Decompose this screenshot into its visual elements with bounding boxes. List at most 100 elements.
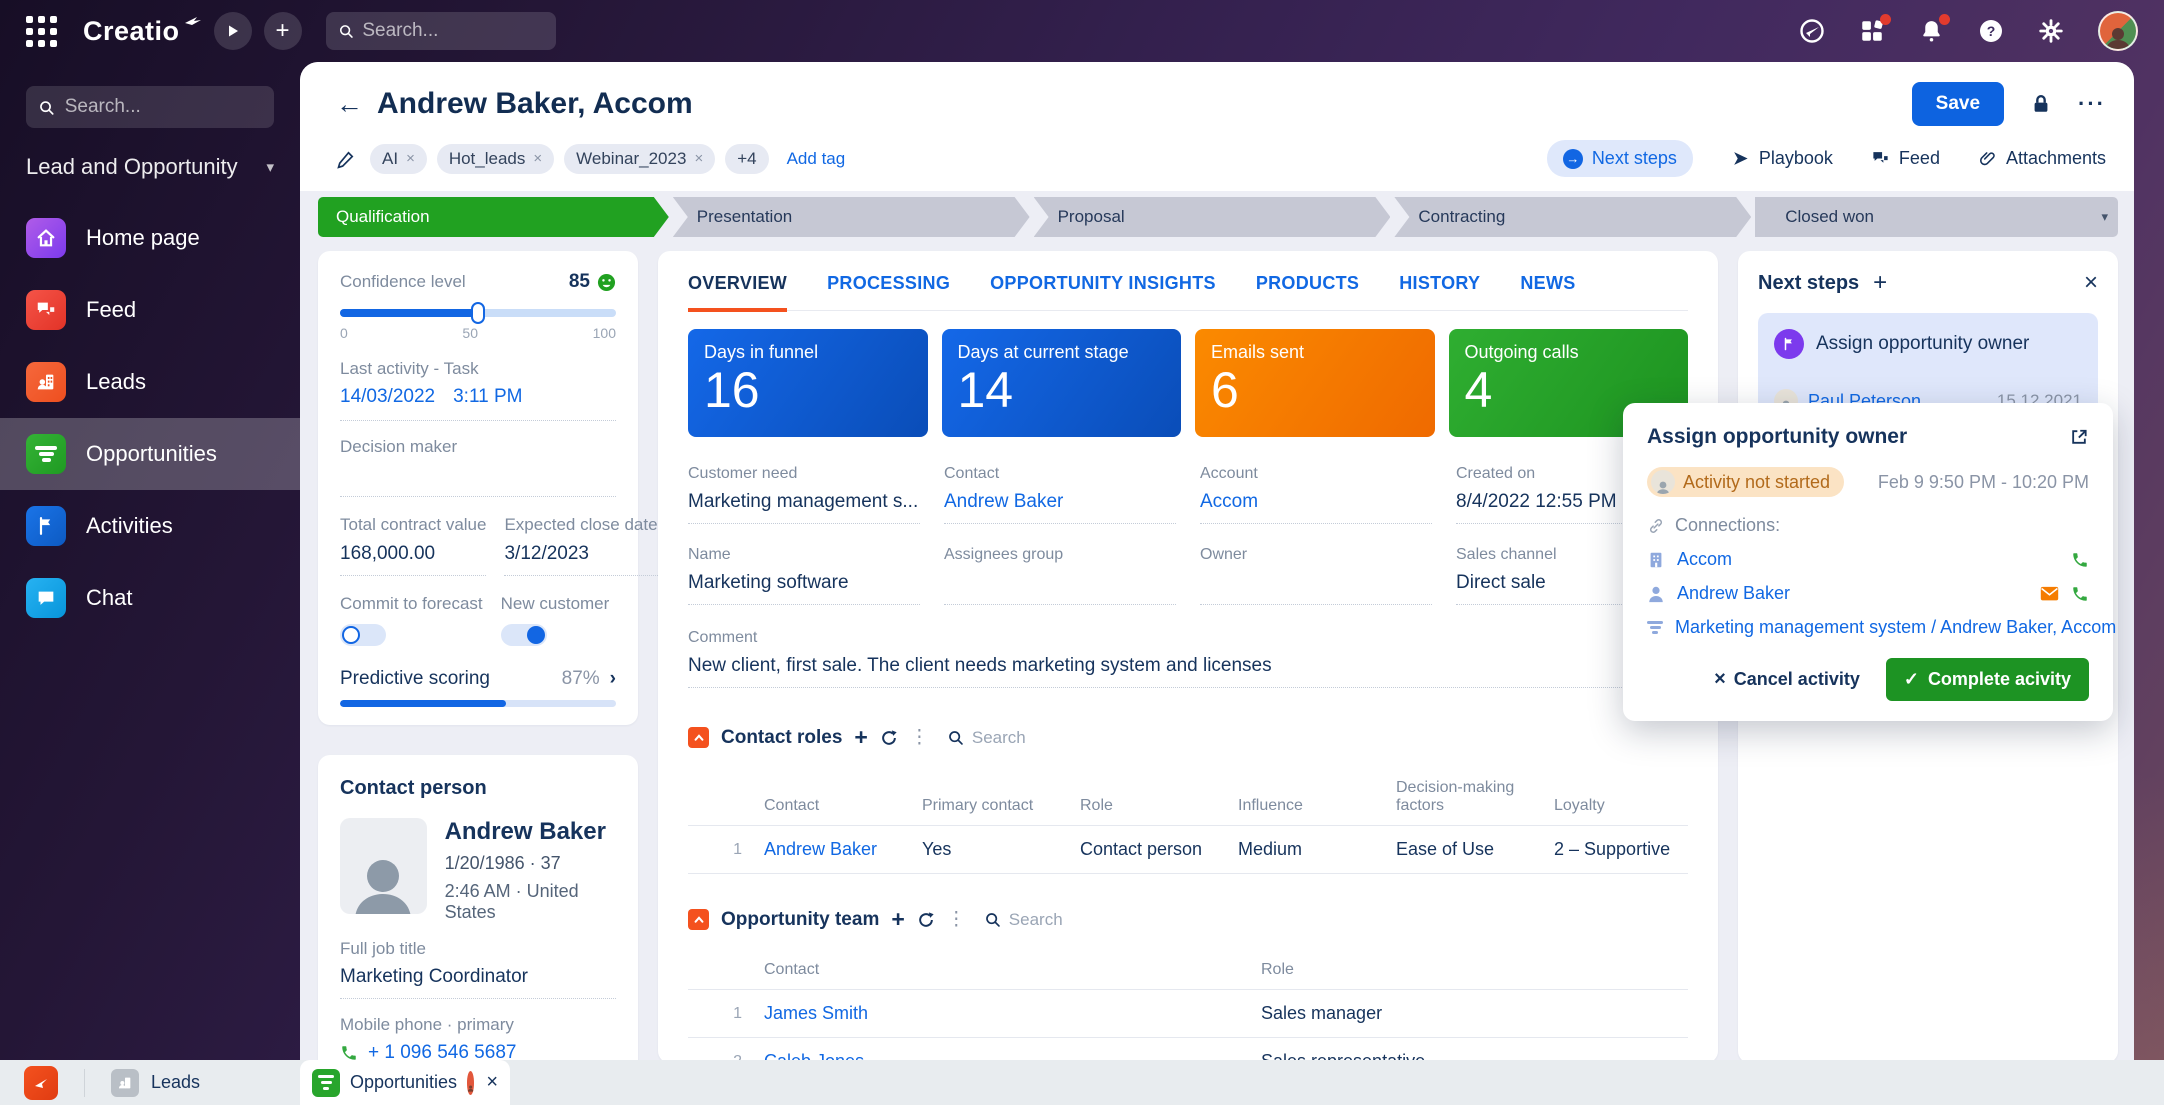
mobile-phone-value[interactable]: + 1 096 546 5687 <box>368 1042 516 1060</box>
name-value[interactable]: Marketing software <box>688 572 920 605</box>
cancel-activity-button[interactable]: × Cancel activity <box>1714 668 1860 691</box>
column-header[interactable]: Loyalty <box>1554 797 1688 815</box>
sidebar-item-feed[interactable]: Feed <box>0 274 300 346</box>
next-steps-button[interactable]: → Next steps <box>1547 140 1693 177</box>
notifications-bell-icon[interactable] <box>1919 18 1944 44</box>
account-link[interactable]: Accom <box>1677 549 1732 570</box>
refresh-icon[interactable] <box>917 911 935 929</box>
feed-button[interactable]: Feed <box>1871 148 1940 169</box>
contact-link[interactable]: Caleb Jones <box>764 1051 1261 1060</box>
collapse-chevron-icon[interactable] <box>688 727 709 748</box>
tab-news[interactable]: NEWS <box>1520 273 1575 310</box>
decision-maker-value[interactable] <box>340 457 616 497</box>
pulse-icon[interactable] <box>1799 18 1825 44</box>
add-icon[interactable]: + <box>854 726 867 749</box>
tag-remove-icon[interactable]: × <box>694 150 703 167</box>
tags-overflow-pill[interactable]: +4 <box>725 144 768 174</box>
contact-link[interactable]: Andrew Baker <box>1677 583 1790 604</box>
slider-handle[interactable] <box>471 302 485 324</box>
refresh-icon[interactable] <box>880 729 898 747</box>
sidebar-item-home-page[interactable]: Home page <box>0 202 300 274</box>
settings-gear-icon[interactable] <box>2038 18 2064 44</box>
tab-processing[interactable]: PROCESSING <box>827 273 950 310</box>
close-icon[interactable]: × <box>2084 269 2098 297</box>
tag-remove-icon[interactable]: × <box>533 150 542 167</box>
mail-icon[interactable] <box>2040 586 2059 602</box>
creatio-taskbar-icon[interactable] <box>24 1066 58 1100</box>
marketplace-apps-icon[interactable] <box>1859 18 1885 44</box>
activity-status-badge[interactable]: Activity not started <box>1647 467 1844 497</box>
expected-close-value[interactable]: 3/12/2023 <box>504 535 657 576</box>
back-arrow-button[interactable]: ← <box>336 89 363 120</box>
table-row[interactable]: 1 Andrew Baker Yes Contact person Medium… <box>688 826 1688 874</box>
app-launcher-icon[interactable] <box>26 16 57 47</box>
chevron-down-icon[interactable]: ▾ <box>2101 209 2108 225</box>
sidebar-item-opportunities[interactable]: Opportunities <box>0 418 300 490</box>
tag-pill[interactable]: AI× <box>370 144 427 174</box>
open-in-new-icon[interactable] <box>2069 427 2089 447</box>
column-header[interactable]: Decision-making factors <box>1396 779 1554 815</box>
contact-photo[interactable] <box>340 818 427 914</box>
lock-icon[interactable] <box>2030 93 2052 115</box>
stage-closed-won[interactable]: Closed won▾ <box>1755 197 2118 237</box>
comment-value[interactable]: New client, first sale. The client needs… <box>688 655 1688 688</box>
attachments-button[interactable]: Attachments <box>1978 148 2106 169</box>
stage-proposal[interactable]: Proposal <box>1034 197 1391 237</box>
column-header[interactable]: Influence <box>1238 797 1396 815</box>
tag-pill[interactable]: Hot_leads× <box>437 144 554 174</box>
add-button[interactable]: + <box>264 12 302 50</box>
contact-roles-search[interactable]: Search <box>947 728 1026 748</box>
kebab-menu-icon[interactable]: ⋮ <box>910 726 929 749</box>
taskbar-tab-opportunities[interactable]: Opportunities × <box>300 1060 510 1105</box>
global-search[interactable] <box>326 12 556 50</box>
owner-value[interactable] <box>1200 572 1432 605</box>
contact-link[interactable]: Andrew Baker <box>764 839 922 860</box>
tag-pill[interactable]: Webinar_2023× <box>564 144 715 174</box>
assignees-group-value[interactable] <box>944 572 1176 605</box>
tag-remove-icon[interactable]: × <box>406 150 415 167</box>
column-header[interactable]: Role <box>1080 797 1238 815</box>
tab-history[interactable]: HISTORY <box>1399 273 1480 310</box>
tab-overview[interactable]: OVERVIEW <box>688 273 787 312</box>
table-row[interactable]: 1 James Smith Sales manager <box>688 990 1688 1038</box>
save-button[interactable]: Save <box>1912 82 2004 126</box>
account-link[interactable]: Accom <box>1200 491 1258 512</box>
commit-to-forecast-toggle[interactable] <box>340 624 386 646</box>
play-button[interactable] <box>214 12 252 50</box>
total-contract-value[interactable]: 168,000.00 <box>340 535 486 576</box>
column-header[interactable]: Primary contact <box>922 797 1080 815</box>
stage-qualification[interactable]: Qualification <box>318 197 669 237</box>
tab-opportunity-insights[interactable]: OPPORTUNITY INSIGHTS <box>990 273 1216 310</box>
last-activity-date[interactable]: 14/03/2022 <box>340 386 435 408</box>
user-avatar[interactable] <box>2098 11 2138 51</box>
confidence-slider[interactable] <box>340 309 616 317</box>
opportunity-team-search[interactable]: Search <box>984 910 1063 930</box>
more-actions-button[interactable]: ··· <box>2078 91 2106 117</box>
collapse-chevron-icon[interactable] <box>688 909 709 930</box>
column-header[interactable]: Role <box>1261 961 1688 979</box>
add-icon[interactable]: + <box>891 908 904 931</box>
stage-presentation[interactable]: Presentation <box>673 197 1030 237</box>
new-customer-toggle[interactable] <box>501 624 547 646</box>
sidebar-item-leads[interactable]: Leads <box>0 346 300 418</box>
phone-icon[interactable] <box>2071 551 2089 569</box>
sidebar-search-input[interactable] <box>65 96 262 118</box>
help-icon[interactable]: ? <box>1978 18 2004 44</box>
contact-link[interactable]: Andrew Baker <box>944 491 1063 512</box>
phone-icon[interactable] <box>2071 585 2089 603</box>
kebab-menu-icon[interactable]: ⋮ <box>947 908 966 931</box>
tab-products[interactable]: PRODUCTS <box>1256 273 1359 310</box>
contact-link[interactable]: James Smith <box>764 1003 1261 1024</box>
close-tab-icon[interactable]: × <box>486 1071 498 1094</box>
stage-contracting[interactable]: Contracting <box>1394 197 1751 237</box>
sidebar-item-chat[interactable]: Chat <box>0 562 300 634</box>
column-header[interactable]: Contact <box>764 797 922 815</box>
complete-activity-button[interactable]: ✓ Complete acivity <box>1886 658 2089 701</box>
tags-pencil-icon[interactable] <box>336 149 356 169</box>
workspace-selector[interactable]: Lead and Opportunity ▾ <box>26 154 274 180</box>
sidebar-item-activities[interactable]: Activities <box>0 490 300 562</box>
sidebar-search[interactable] <box>26 86 274 128</box>
global-search-input[interactable] <box>362 20 543 42</box>
column-header[interactable]: Contact <box>764 961 1261 979</box>
chevron-right-icon[interactable]: › <box>610 668 616 690</box>
